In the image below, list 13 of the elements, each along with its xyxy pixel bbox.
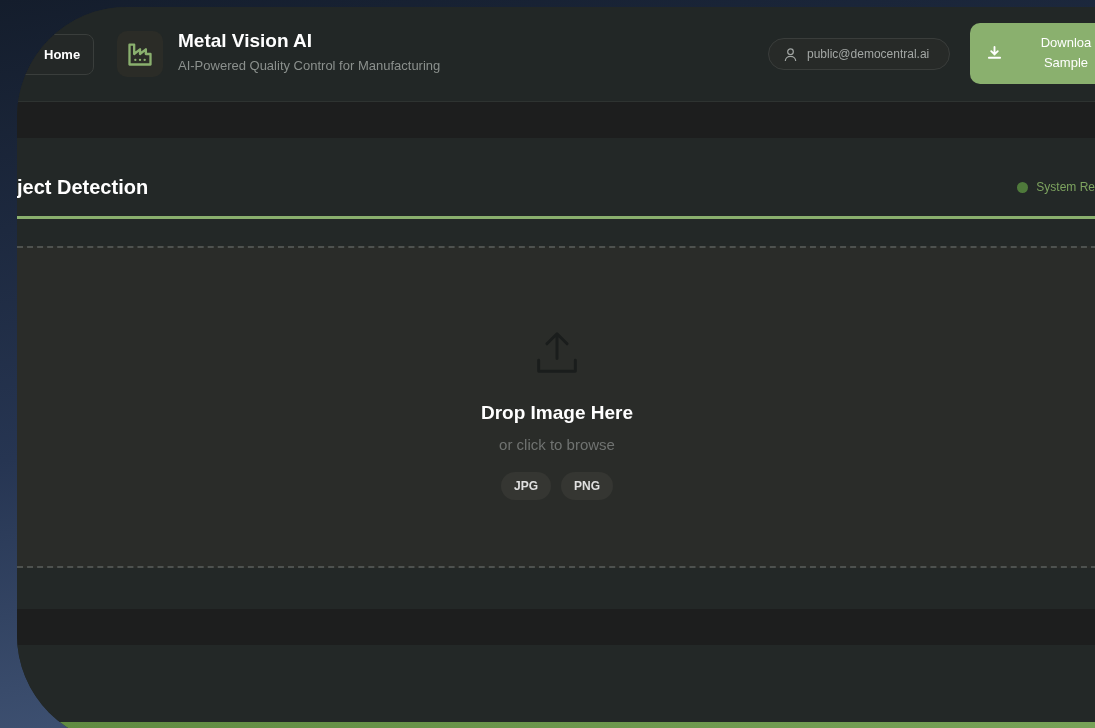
status-label: System Re <box>1036 180 1095 194</box>
image-dropzone[interactable]: Drop Image Here or click to browse JPG PNG <box>17 246 1095 568</box>
format-tag: PNG <box>561 472 613 500</box>
format-tag: JPG <box>501 472 551 500</box>
user-email: public@democentral.ai <box>807 47 930 61</box>
app-title: Metal Vision AI <box>178 30 314 52</box>
panel-title: ject Detection <box>17 175 150 199</box>
dropzone-heading: Drop Image Here <box>480 402 633 424</box>
app-subtitle: AI-Powered Quality Control for Manufacturing <box>178 58 441 73</box>
dropzone-hint: or click to browse <box>499 436 615 453</box>
status-dot <box>1017 181 1029 193</box>
user-icon <box>783 46 798 62</box>
download-icon <box>987 45 1002 61</box>
